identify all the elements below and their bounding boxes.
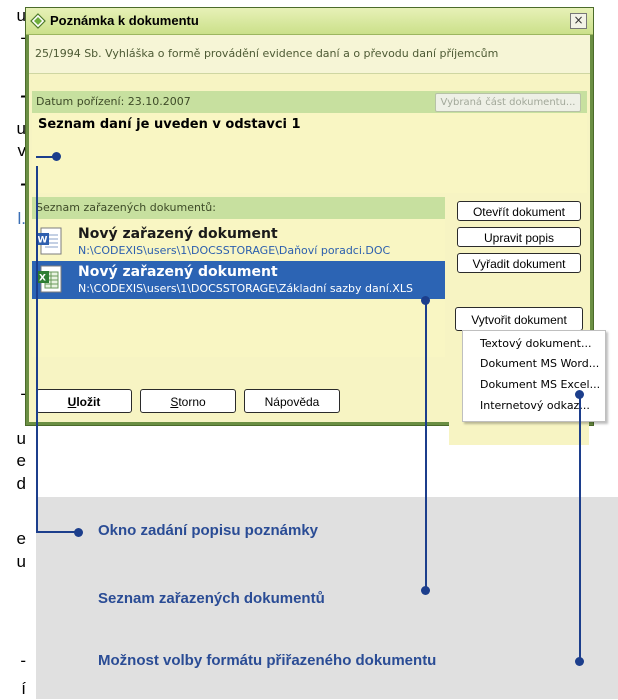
save-button[interactable]: Uložit xyxy=(36,389,132,413)
page-text-fragment: - xyxy=(20,651,26,670)
page-text-fragment: u xyxy=(16,6,26,25)
callout-dot xyxy=(52,152,61,161)
documents-list-header: Seznam zařazených dokumentů: xyxy=(32,197,445,219)
callout-dot xyxy=(575,657,584,666)
callout-line-documents xyxy=(425,300,427,590)
app-diamond-icon xyxy=(30,13,46,29)
create-document-button[interactable]: Vytvořit dokument xyxy=(455,307,583,331)
svg-text:X: X xyxy=(39,274,46,284)
page-text-fragment: v xyxy=(17,141,27,160)
cancel-label: torno xyxy=(178,395,206,409)
law-reference-text: 25/1994 Sb. Vyhláška o formě provádění e… xyxy=(35,47,499,60)
callout-dot xyxy=(74,528,83,537)
document-name: Nový zařazený dokument xyxy=(78,264,278,280)
excel-document-icon: X xyxy=(36,265,62,293)
page-text-fragment: - xyxy=(20,86,26,105)
callout-dot xyxy=(575,390,584,399)
page-text-fragment: d xyxy=(16,474,26,493)
remove-document-button[interactable]: Vyřadit dokument xyxy=(457,253,581,273)
title-bar[interactable]: Poznámka k dokumentu × xyxy=(26,8,593,35)
svg-text:W: W xyxy=(38,236,48,246)
list-item-selected[interactable]: X Nový zařazený dokument N:\CODEXIS\user… xyxy=(32,261,445,299)
page-text-fragment: - xyxy=(20,384,26,403)
callout-line-note-horizontal xyxy=(36,531,78,533)
annotation-note-input: Okno zadání popisu poznámky xyxy=(98,522,319,539)
menu-item-ms-excel[interactable]: Dokument MS Excel... xyxy=(480,378,600,391)
menu-item-ms-word[interactable]: Dokument MS Word... xyxy=(480,357,599,370)
page-text-fragment: í xyxy=(21,679,26,698)
word-document-icon: W xyxy=(36,227,62,255)
page-text-fragment: - xyxy=(20,174,26,193)
page-text-fragment: l. xyxy=(17,209,27,228)
open-document-button[interactable]: Otevřít dokument xyxy=(457,201,581,221)
dialog-title: Poznámka k dokumentu xyxy=(50,13,199,28)
menu-item-internet-link[interactable]: Internetový odkaz... xyxy=(480,399,590,412)
help-button[interactable]: Nápověda xyxy=(244,389,340,413)
create-document-menu: Textový dokument... Dokument MS Word... … xyxy=(462,330,606,422)
page-text-fragment: u xyxy=(16,429,26,448)
callout-line-note-vertical xyxy=(36,166,38,533)
page-text-fragment: e xyxy=(16,451,26,470)
selected-part-button[interactable]: Vybraná část dokumentu... xyxy=(435,93,581,112)
document-path: N:\CODEXIS\users\1\DOCSSTORAGE\Základní … xyxy=(78,282,413,295)
callout-dot xyxy=(421,586,430,595)
callout-dot xyxy=(421,296,430,305)
document-path: N:\CODEXIS\users\1\DOCSSTORAGE\Daňoví po… xyxy=(78,244,391,257)
annotation-format-choice: Možnost volby formátu přiřazeného dokume… xyxy=(98,652,437,669)
annotation-documents-list: Seznam zařazených dokumentů xyxy=(98,590,325,607)
close-button[interactable]: × xyxy=(570,13,587,29)
list-item[interactable]: W Nový zařazený dokument N:\CODEXIS\user… xyxy=(32,223,445,261)
callout-line-format xyxy=(579,394,581,662)
cancel-button[interactable]: Storno xyxy=(140,389,236,413)
page-text-fragment: u xyxy=(16,119,26,138)
close-icon: × xyxy=(573,13,584,27)
document-name: Nový zařazený dokument xyxy=(78,226,278,242)
bottom-bar: Uložit Storno Nápověda xyxy=(32,365,445,421)
law-reference: 25/1994 Sb. Vyhláška o formě provádění e… xyxy=(29,35,590,74)
page-text-fragment: e xyxy=(16,529,26,548)
edit-description-button[interactable]: Upravit popis xyxy=(457,227,581,247)
page-text-fragment: u xyxy=(16,552,26,571)
note-text: Seznam daní je uveden v odstavci 1 xyxy=(38,117,301,132)
note-text-area[interactable]: Seznam daní je uveden v odstavci 1 xyxy=(32,113,587,193)
page-text-fragment: - xyxy=(20,28,26,47)
documents-list-header-label: Seznam zařazených dokumentů: xyxy=(36,201,216,214)
menu-item-text-document[interactable]: Textový dokument... xyxy=(480,337,591,350)
date-band: Datum pořízení: 23.10.2007 Vybraná část … xyxy=(32,91,587,113)
date-label: Datum pořízení: 23.10.2007 xyxy=(36,95,191,108)
documents-list[interactable]: W Nový zařazený dokument N:\CODEXIS\user… xyxy=(32,219,445,357)
save-label: ložit xyxy=(76,395,101,409)
